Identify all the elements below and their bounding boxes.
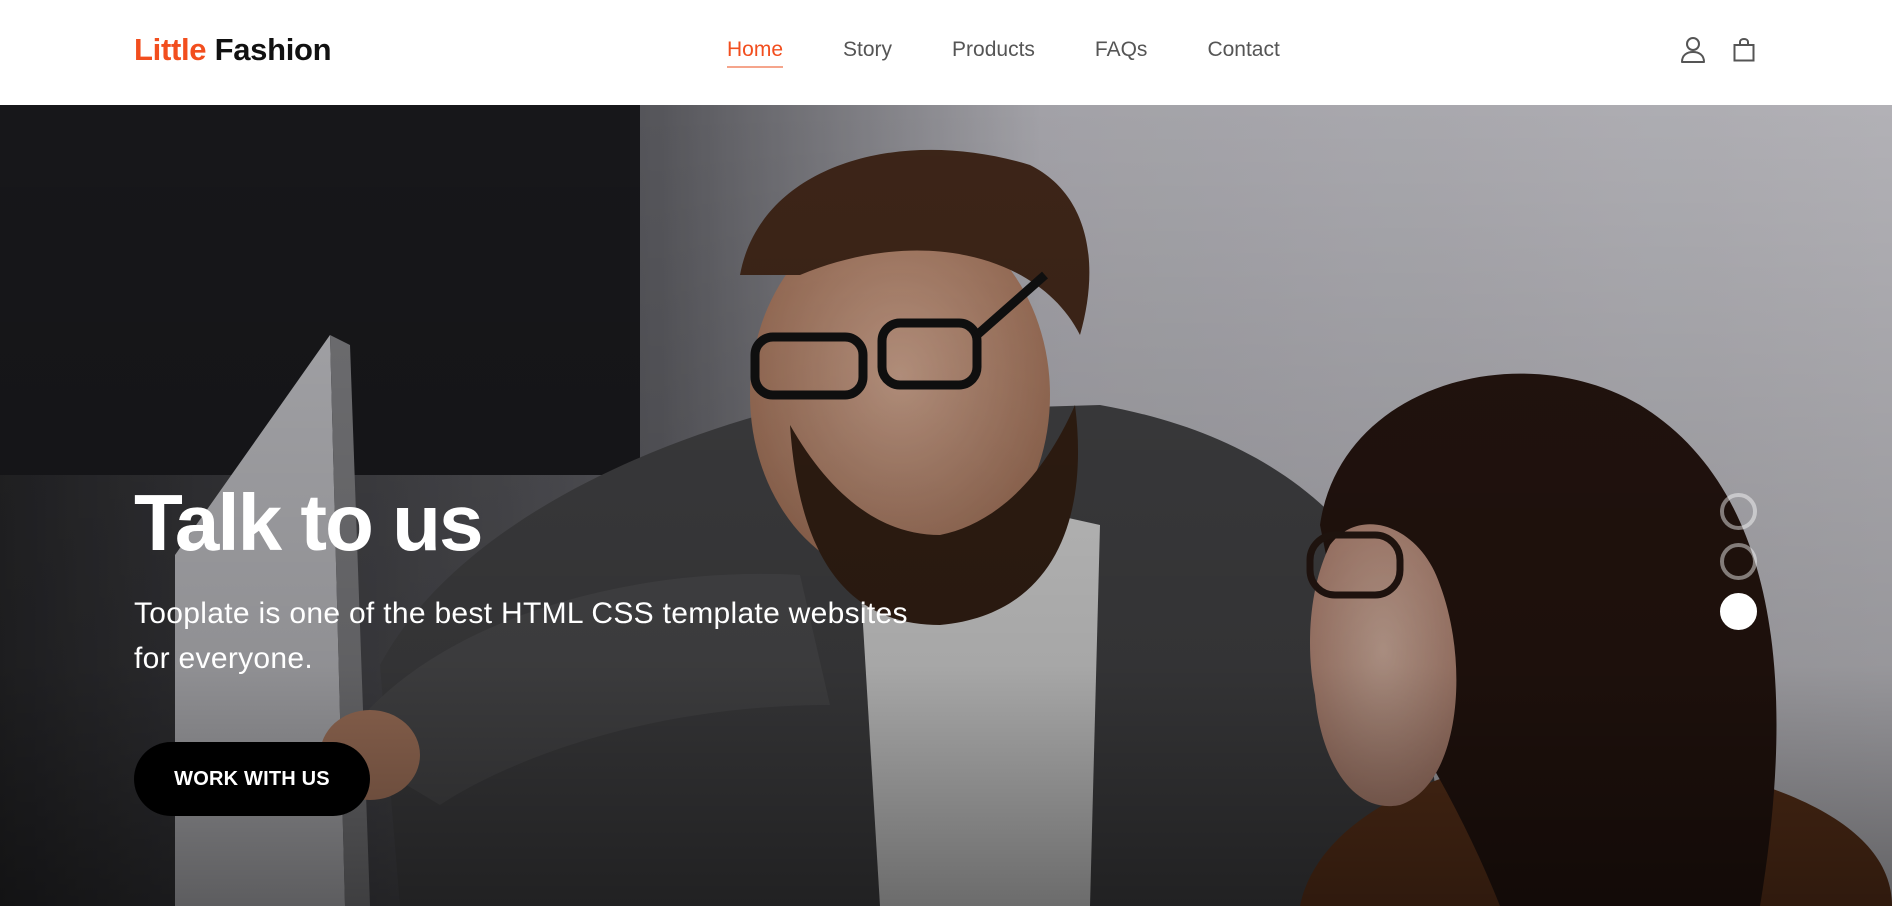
hero-section: Talk to us Tooplate is one of the best H… <box>0 105 1892 906</box>
carousel-dot-2[interactable] <box>1720 543 1757 580</box>
nav-item-contact[interactable]: Contact <box>1207 38 1279 68</box>
nav-item-products[interactable]: Products <box>952 38 1035 68</box>
site-header: Little Fashion Home Story Products FAQs … <box>0 0 1892 105</box>
main-nav: Home Story Products FAQs Contact <box>727 38 1340 68</box>
carousel-indicators <box>1720 493 1757 643</box>
nav-item-faqs[interactable]: FAQs <box>1095 38 1148 68</box>
hero-title: Talk to us <box>134 478 483 567</box>
user-icon[interactable] <box>1680 36 1706 64</box>
hero-description: Tooplate is one of the best HTML CSS tem… <box>134 597 908 675</box>
brand-name-part-2: Fashion <box>214 32 332 67</box>
work-with-us-button[interactable]: WORK WITH US <box>134 742 370 816</box>
brand-logo[interactable]: Little Fashion <box>134 32 332 68</box>
shopping-bag-icon[interactable] <box>1733 38 1755 62</box>
nav-item-story[interactable]: Story <box>843 38 892 68</box>
carousel-dot-1[interactable] <box>1720 493 1757 530</box>
nav-item-home[interactable]: Home <box>727 38 784 68</box>
brand-name-part-1: Little <box>134 32 207 67</box>
carousel-dot-3[interactable] <box>1720 593 1757 630</box>
